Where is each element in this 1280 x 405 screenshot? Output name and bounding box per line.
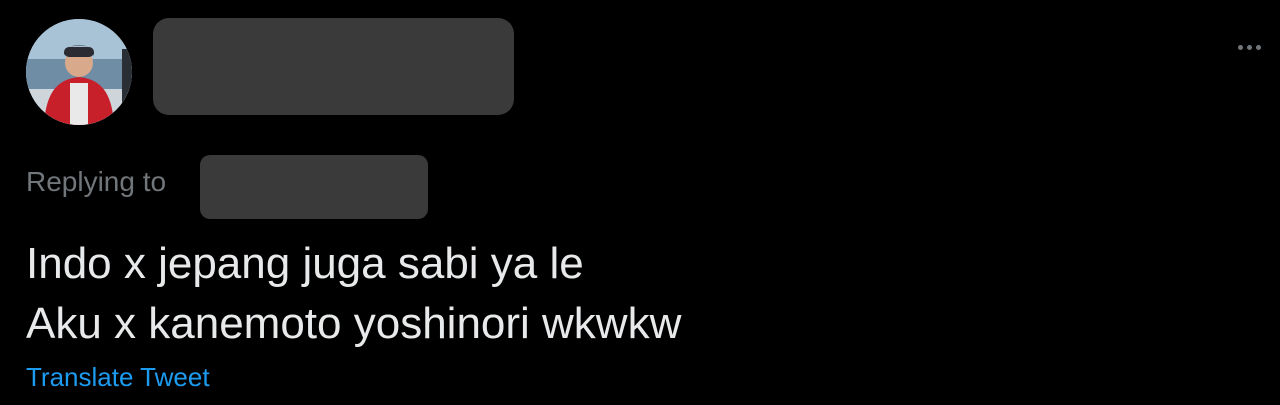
replying-to-label: Replying to bbox=[26, 166, 167, 197]
avatar-photo-icon bbox=[26, 19, 132, 125]
tweet-text: Indo x jepang juga sabi ya le Aku x kane… bbox=[26, 234, 1226, 354]
redacted-display-name bbox=[153, 18, 514, 115]
user-avatar[interactable] bbox=[26, 19, 132, 125]
tweet-text-line: Aku x kanemoto yoshinori wkwkw bbox=[26, 299, 682, 348]
translate-tweet-link[interactable]: Translate Tweet bbox=[26, 360, 210, 394]
tweet-container: Replying to Indo x jepang juga sabi ya l… bbox=[0, 0, 1280, 405]
replying-to-row: Replying to bbox=[26, 160, 166, 204]
more-dot-icon bbox=[1246, 44, 1252, 50]
more-dot-icon bbox=[1237, 44, 1243, 50]
tweet-text-line: Indo x jepang juga sabi ya le bbox=[26, 239, 584, 288]
redacted-reply-handle[interactable] bbox=[200, 155, 428, 219]
more-dot-icon bbox=[1255, 44, 1261, 50]
more-options-button[interactable] bbox=[1226, 34, 1272, 60]
